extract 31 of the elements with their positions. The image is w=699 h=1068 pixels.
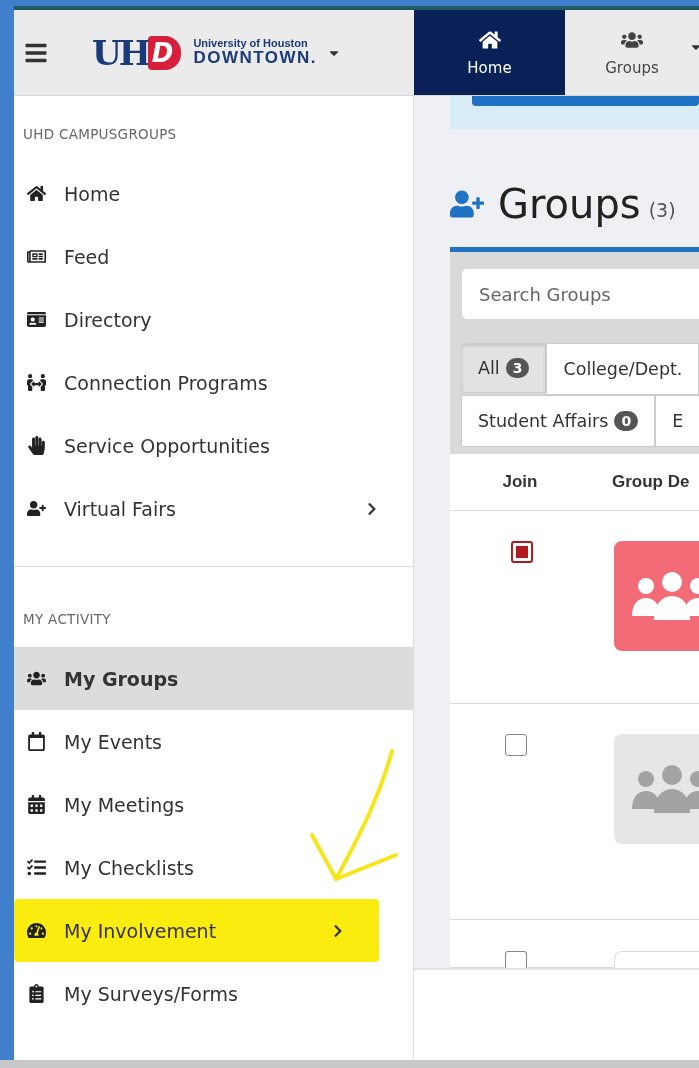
column-header: Join — [501, 472, 539, 492]
filter-tab[interactable]: All 3 — [461, 343, 547, 393]
page-title: Groups — [498, 181, 641, 227]
sidebar-item[interactable]: My Meetings — [14, 773, 413, 836]
column-header: Group De — [611, 472, 691, 492]
sidebar-item[interactable]: Directory — [14, 288, 413, 351]
sidebar-item[interactable]: Service Opportunities — [14, 414, 413, 477]
sidebar-item[interactable]: Virtual Fairs — [14, 477, 413, 540]
sidebar-item[interactable]: My Surveys/Forms — [14, 962, 413, 1025]
sidebar-item[interactable]: Connection Programs — [14, 351, 413, 414]
sidebar-item[interactable]: My Involvement — [14, 899, 379, 962]
search-field[interactable]: Search Groups — [462, 269, 699, 319]
sidebar-item[interactable]: My Events — [14, 710, 413, 773]
logo-text: DOWNTOWN. — [193, 49, 318, 68]
logo-letter: D — [147, 35, 182, 70]
filter-tab[interactable]: E — [655, 395, 699, 447]
filter-tab[interactable]: Student Affairs 0 — [461, 395, 656, 447]
logo-text: University of Houston — [193, 37, 309, 50]
sidebar-item[interactable]: Feed — [14, 225, 413, 288]
count-badge: 3 — [505, 358, 530, 378]
sidebar-item[interactable]: My Groups — [14, 647, 413, 710]
nav-tab[interactable]: Home — [414, 10, 565, 95]
filter-tab[interactable]: College/Dept. — [546, 343, 699, 395]
sidebar-item[interactable]: Home — [14, 162, 413, 225]
logo-letters: UH — [92, 32, 148, 73]
sidebar-item[interactable]: My Checklists — [14, 836, 413, 899]
nav-tab[interactable]: Groups — [565, 10, 699, 95]
group-count: (3) — [648, 199, 676, 221]
section-title: MY ACTIVITY — [22, 610, 112, 629]
section-title: UHD CAMPUSGROUPS — [22, 125, 178, 144]
count-badge: 0 — [614, 411, 639, 431]
